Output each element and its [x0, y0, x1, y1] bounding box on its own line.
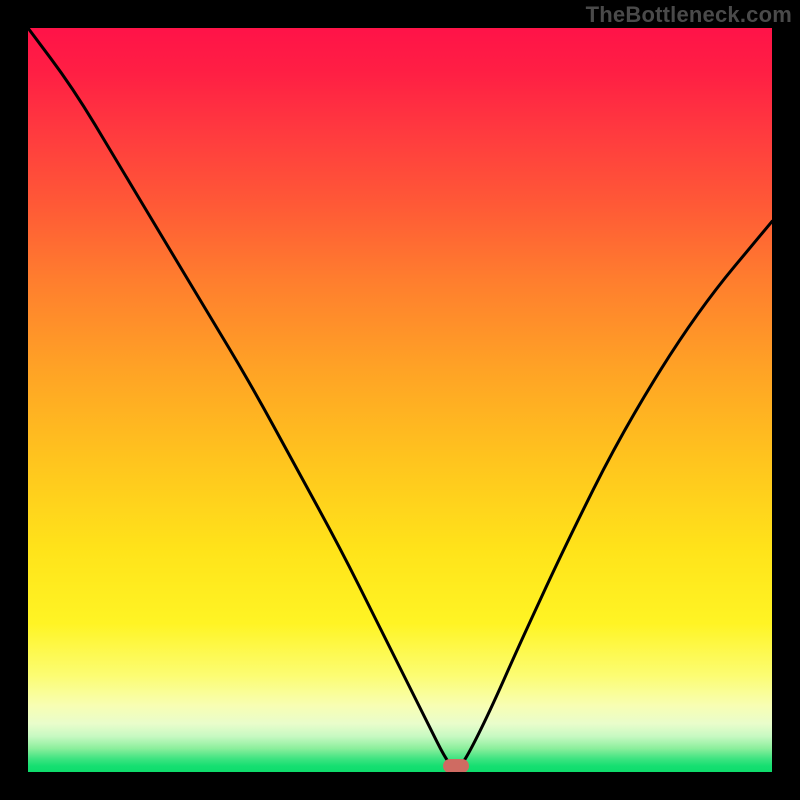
watermark-text: TheBottleneck.com	[586, 2, 792, 28]
plot-area	[28, 28, 772, 772]
chart-frame: TheBottleneck.com	[0, 0, 800, 800]
bottleneck-curve	[28, 28, 772, 772]
optimal-marker	[443, 759, 469, 772]
